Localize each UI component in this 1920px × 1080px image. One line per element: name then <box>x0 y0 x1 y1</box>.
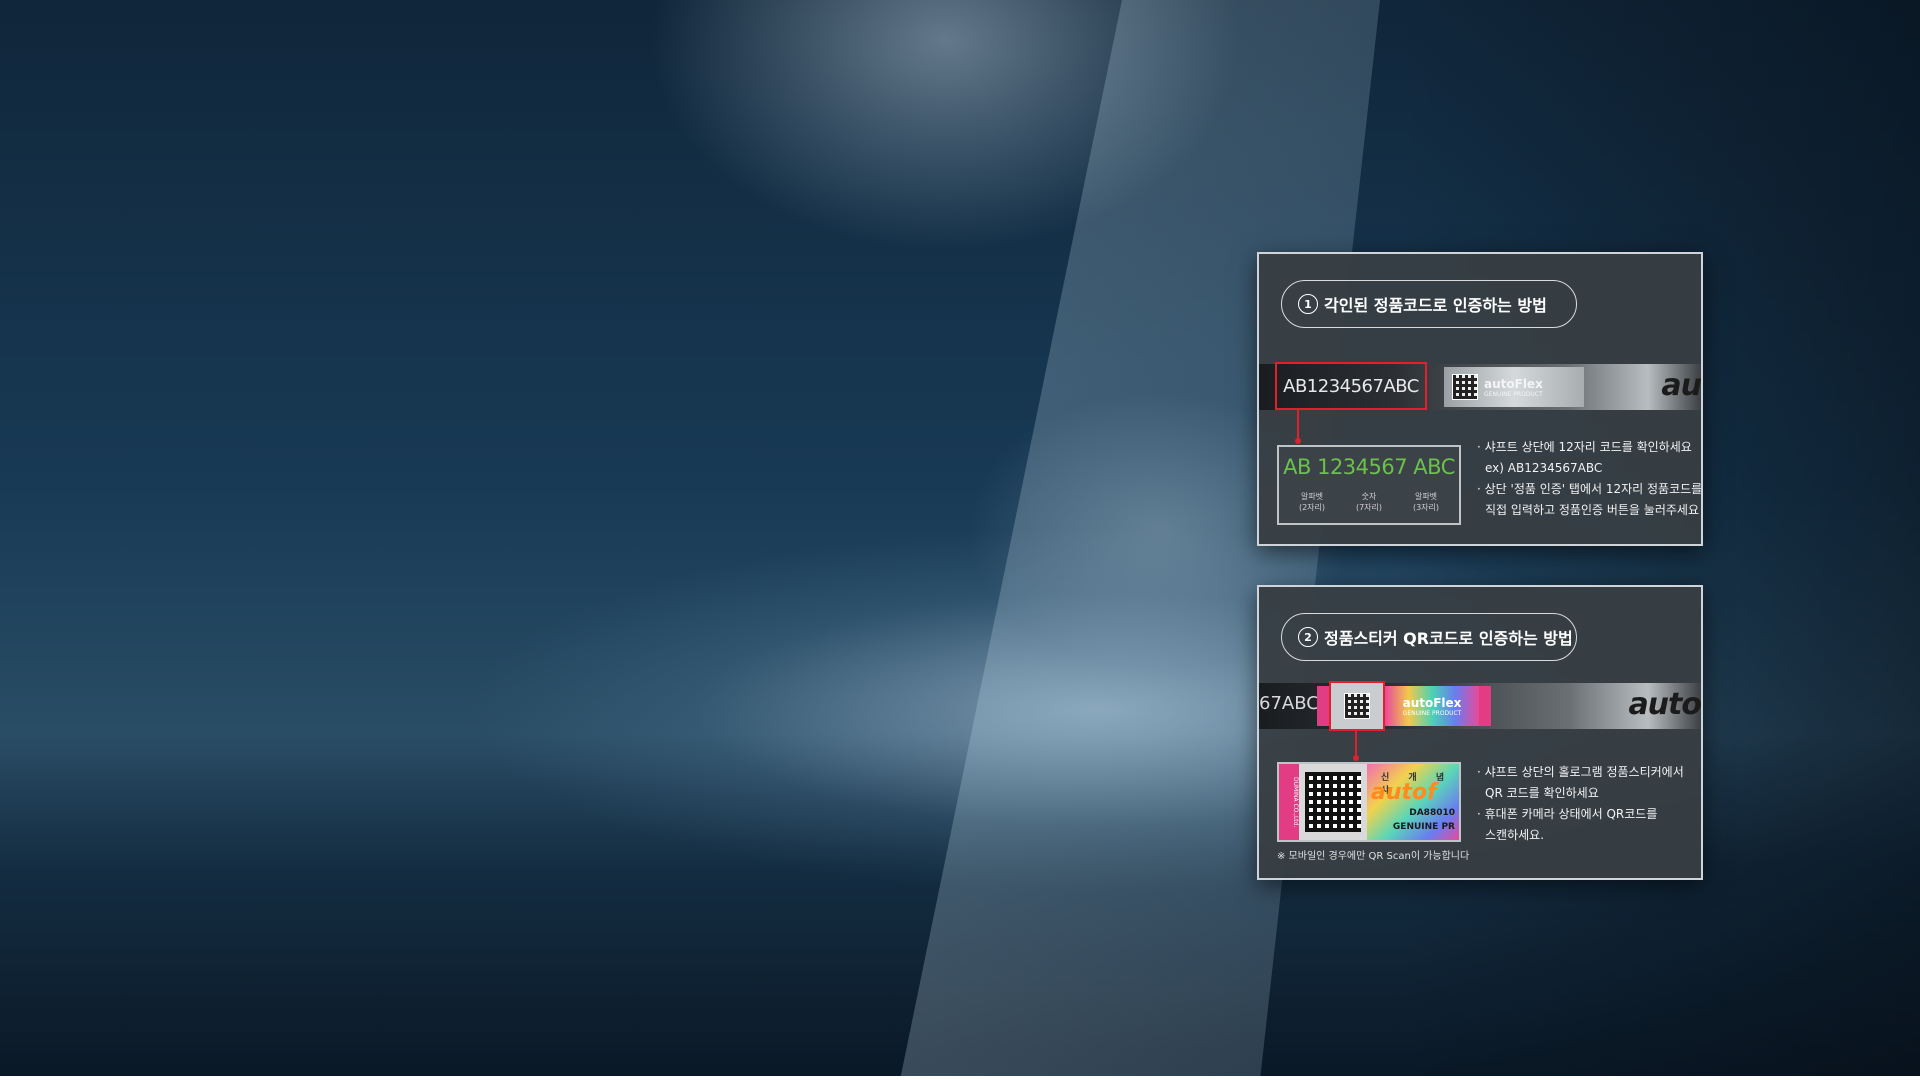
shaft-logo: au <box>1661 368 1702 403</box>
method-card-qr-sticker: 2 정품스티커 QR코드로 인증하는 방법 67ABC autoFlex GEN… <box>1257 585 1703 880</box>
zoom-code: DA88010 <box>1409 808 1455 818</box>
connector-line <box>1297 410 1299 440</box>
label-digit-7: 숫자 (7자리) <box>1355 492 1383 512</box>
qr-zoom-box: DUMINA CO.,Ltd. 신 개 념 샤 autof DA88010 GE… <box>1277 762 1461 842</box>
step-number: 1 <box>1298 294 1318 314</box>
holo-label: GENUINE PRODUCT <box>1402 709 1462 717</box>
instruction-line: 직접 입력하고 정품인증 버튼을 눌러주세요 <box>1485 503 1699 517</box>
method-title: 정품스티커 QR코드로 인증하는 방법 <box>1324 629 1573 648</box>
method-card-engraved-code: 1 각인된 정품코드로 인증하는 방법 AB1234567ABC autoFle… <box>1257 252 1703 546</box>
sticker-brand: autoFlex <box>1484 376 1543 391</box>
qr-code-icon <box>1452 374 1478 400</box>
method-title: 각인된 정품코드로 인증하는 방법 <box>1324 296 1547 315</box>
instruction-line: · 샤프트 상단의 홀로그램 정품스티커에서 <box>1477 765 1684 779</box>
silver-sticker: autoFlex GENUINE PRODUCT <box>1444 367 1584 407</box>
zoom-genuine: GENUINE PR <box>1392 822 1455 832</box>
sticker-label: GENUINE PRODUCT <box>1484 390 1543 398</box>
zoom-pinkbar: DUMINA CO.,Ltd. <box>1279 764 1299 840</box>
step-number: 2 <box>1298 627 1318 647</box>
shaft-logo: auto <box>1628 687 1702 722</box>
code-zoom-box: AB 1234567 ABC 알파벳 (2자리) 숫자 (7자리) 알파벳 (3자리) <box>1277 445 1461 525</box>
mobile-note: ※ 모바일인 경우에만 QR Scan이 가능합니다 <box>1277 851 1470 862</box>
sticker-pink-edge <box>1317 686 1329 726</box>
method-title-pill: 1 각인된 정품코드로 인증하는 방법 <box>1281 280 1577 328</box>
connector-line <box>1355 729 1357 757</box>
instruction-line: · 샤프트 상단에 12자리 코드를 확인하세요 <box>1477 440 1692 454</box>
shaft-strip: AB1234567ABC autoFlex GENUINE PRODUCT au <box>1259 362 1702 410</box>
instruction-line: QR 코드를 확인하세요 <box>1485 786 1599 800</box>
instruction-line: 스캔하세요. <box>1485 828 1545 842</box>
zoom-code: AB 1234567 ABC <box>1283 455 1455 479</box>
code-part-labels: 알파벳 (2자리) 숫자 (7자리) 알파벳 (3자리) <box>1287 491 1451 513</box>
shaft-strip: 67ABC autoFlex GENUINE PRODUCT auto <box>1259 681 1702 731</box>
bottom-edge <box>0 1076 1920 1080</box>
method-title-pill: 2 정품스티커 QR코드로 인증하는 방법 <box>1281 613 1577 661</box>
label-alpha-3: 알파벳 (3자리) <box>1412 492 1440 512</box>
zoom-brand: autof <box>1371 780 1437 805</box>
instruction-line: · 상단 '정품 인증' 탭에서 12자리 정품코드를 <box>1477 482 1703 496</box>
qr-code-highlight <box>1329 681 1385 731</box>
qr-code-icon <box>1305 772 1361 832</box>
engraved-code-highlight: AB1234567ABC <box>1275 362 1427 410</box>
instruction-list: · 샤프트 상단에 12자리 코드를 확인하세요 ex) AB1234567AB… <box>1477 437 1702 521</box>
instruction-line: · 휴대폰 카메라 상태에서 QR코드를 <box>1477 807 1658 821</box>
shaft-code-fragment: 67ABC <box>1259 693 1319 714</box>
sticker-pink-edge <box>1479 686 1491 726</box>
hologram-sticker: autoFlex GENUINE PRODUCT <box>1385 686 1479 726</box>
qr-code-icon <box>1344 693 1370 719</box>
holo-brand: autoFlex <box>1402 695 1462 710</box>
label-alpha-2: 알파벳 (2자리) <box>1298 492 1326 512</box>
instruction-line: ex) AB1234567ABC <box>1485 461 1603 475</box>
connector-dot <box>1353 755 1359 761</box>
zoom-hologram: 신 개 념 샤 autof DA88010 GENUINE PR <box>1367 764 1459 840</box>
instruction-list: · 샤프트 상단의 홀로그램 정품스티커에서 QR 코드를 확인하세요 · 휴대… <box>1477 762 1684 846</box>
connector-dot <box>1295 438 1301 444</box>
